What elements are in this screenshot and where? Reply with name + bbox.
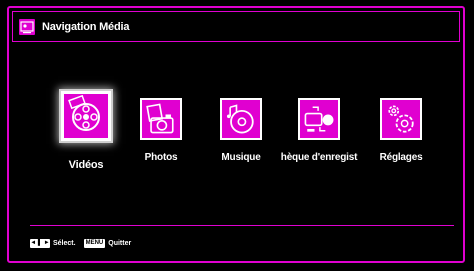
menu-item-settings[interactable]	[380, 98, 422, 140]
left-right-arrows-key-icon: ◄ ▌ ►	[30, 238, 50, 248]
menu-label-recordings-library: hèque d'enregist	[280, 152, 358, 163]
select-hint: Sélect.	[53, 239, 76, 247]
footer-divider	[30, 225, 454, 226]
menu-item-music[interactable]	[220, 98, 262, 140]
media-menu: Vidéos Photos Musique hèque d'enregist R…	[0, 0, 474, 271]
menu-item-photos[interactable]	[140, 98, 182, 140]
footer-hints: ◄ ▌ ► Sélect. MENU Quitter	[30, 237, 139, 249]
recordings-library-icon	[304, 106, 334, 132]
music-disc-icon	[226, 104, 254, 134]
quit-hint: Quitter	[108, 239, 132, 247]
settings-gears-icon	[388, 105, 414, 133]
film-reel-icon	[68, 94, 100, 131]
menu-item-recordings-library[interactable]	[298, 98, 340, 140]
menu-label-settings: Réglages	[379, 152, 423, 163]
menu-item-videos[interactable]	[61, 91, 111, 141]
photos-camera-icon	[146, 103, 174, 134]
menu-key-icon: MENU	[83, 238, 106, 248]
menu-label-photos: Photos	[144, 152, 178, 163]
menu-label-music: Musique	[221, 152, 261, 163]
